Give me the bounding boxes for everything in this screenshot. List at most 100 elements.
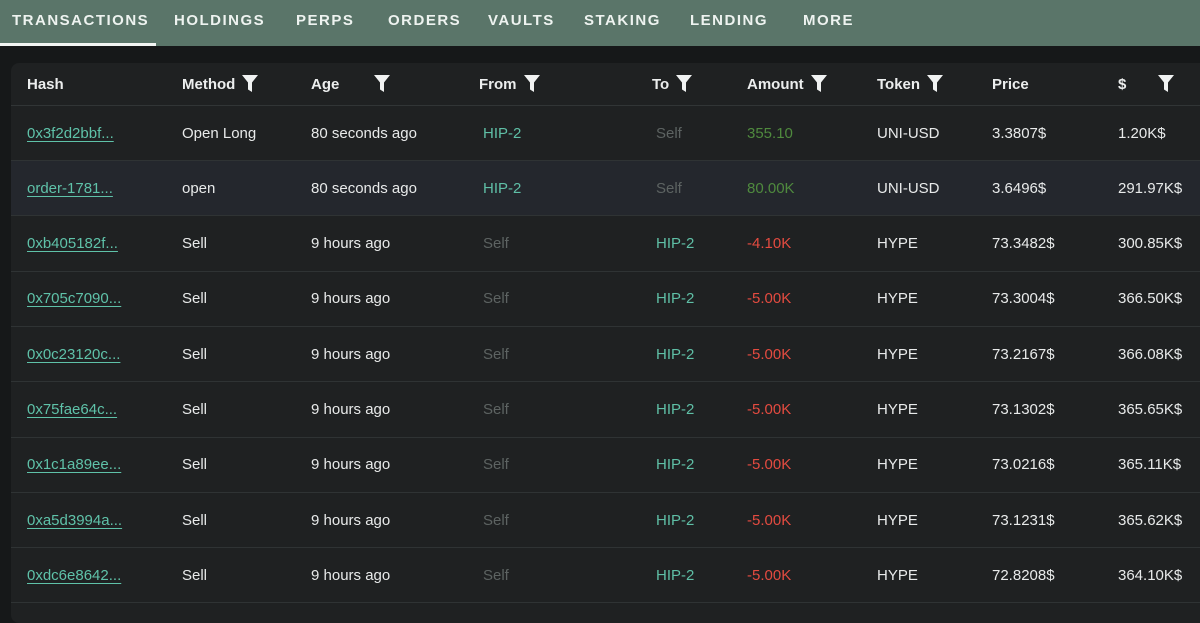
hash-link[interactable]: 0x705c7090... <box>27 290 121 307</box>
table-row[interactable]: order-1781... open 80 seconds ago HIP-2 Self… <box>11 161 1200 217</box>
cell-price: 72.8208$ <box>992 566 1055 584</box>
table-cell: -5.00K <box>747 548 791 602</box>
cell-price: 73.2167$ <box>992 345 1055 363</box>
table-cell: 3.6496$ <box>992 161 1046 215</box>
column-header-token[interactable]: Token <box>877 63 944 105</box>
table-cell: Self <box>483 548 509 602</box>
table-cell: -5.00K <box>747 327 791 381</box>
hash-link[interactable]: 0xa5d3994a... <box>27 512 122 529</box>
table-cell: Self <box>483 327 509 381</box>
table-cell: Sell <box>182 383 207 437</box>
table-cell: -5.00K <box>747 383 791 437</box>
column-header-label: Method <box>182 75 236 93</box>
filter-icon[interactable] <box>676 75 693 93</box>
cell-amount: -4.10K <box>747 235 792 253</box>
table-cell: HYPE <box>877 272 918 326</box>
column-header-hash[interactable]: Hash <box>27 63 64 105</box>
cell-method: Sell <box>182 511 208 529</box>
cell-amount: -5.00K <box>747 511 792 529</box>
table-cell: 364.10K$ <box>1118 548 1182 602</box>
table-cell: 9 hours ago <box>311 493 390 547</box>
table-row[interactable]: 0x3f2d2bbf... Open Long 80 seconds ago HIP-… <box>11 106 1200 161</box>
column-header-label: From <box>479 75 517 93</box>
tab-perps[interactable]: PERPS <box>296 0 354 46</box>
cell-amount: -5.00K <box>747 401 792 418</box>
table-row[interactable]: 0x705c7090... Sell 9 hours ago Self HIP-2 -5.… <box>11 272 1200 327</box>
table-row[interactable]: 0x0c23120c... Sell 9 hours ago Self HIP-2 -5.… <box>11 327 1200 383</box>
table-cell: Sell <box>182 272 207 326</box>
filter-icon[interactable] <box>523 75 540 93</box>
table-cell: Self <box>483 217 509 271</box>
cell-age: 9 hours ago <box>311 235 391 253</box>
cell-from: Self <box>483 566 509 584</box>
cell-token: HYPE <box>877 566 918 584</box>
table-cell: 9 hours ago <box>311 438 390 492</box>
hash-link[interactable]: 0x3f2d2bbf... <box>27 125 114 142</box>
to-address-link[interactable]: HIP-2 <box>656 235 694 252</box>
cell-token: HYPE <box>877 235 918 253</box>
tab-holdings[interactable]: HOLDINGS <box>174 0 265 46</box>
column-header-amount[interactable]: Amount <box>747 63 827 105</box>
table-cell: HYPE <box>877 383 918 437</box>
filter-icon[interactable] <box>810 75 827 93</box>
cell-usd: 366.08K$ <box>1118 345 1183 363</box>
table-cell: 291.97K$ <box>1118 161 1182 215</box>
table-cell: 9 hours ago <box>311 383 390 437</box>
hash-link[interactable]: order-1781... <box>27 180 113 197</box>
tab-staking[interactable]: STAKING <box>584 0 661 46</box>
column-header-age[interactable]: Age <box>311 63 391 105</box>
cell-usd: 365.65K$ <box>1118 401 1183 418</box>
cell-price: 73.3482$ <box>992 235 1055 253</box>
column-header-usd[interactable]: $ <box>1118 63 1175 105</box>
table-row[interactable]: 0x75fae64c... Sell 9 hours ago Self HIP-2 -5.… <box>11 383 1200 438</box>
to-address-link[interactable]: HIP-2 <box>656 401 694 418</box>
from-address-link[interactable]: HIP-2 <box>483 180 521 197</box>
table-cell: 73.2167$ <box>992 327 1055 381</box>
hash-link[interactable]: 0xb405182f... <box>27 235 118 252</box>
table-row[interactable]: 0xa5d3994a... Sell 9 hours ago Self HIP-2 -5.… <box>11 493 1200 549</box>
column-header-to[interactable]: To <box>652 63 693 105</box>
table-row[interactable]: 0x1c1a89ee... Sell 9 hours ago Self HIP-2 -5.… <box>11 438 1200 493</box>
table-cell: HYPE <box>877 438 918 492</box>
to-address-link[interactable]: HIP-2 <box>656 290 694 307</box>
hash-link[interactable]: 0xdc6e8642... <box>27 567 121 584</box>
hash-link[interactable]: 0x0c23120c... <box>27 346 120 363</box>
tab-lending[interactable]: LENDING <box>690 0 768 46</box>
column-header-label: Token <box>877 75 921 93</box>
filter-icon[interactable] <box>927 75 944 93</box>
hash-link[interactable]: 0x75fae64c... <box>27 401 117 418</box>
table-cell: 9 hours ago <box>311 272 390 326</box>
cell-age: 80 seconds ago <box>311 124 417 142</box>
to-address-link[interactable]: HIP-2 <box>656 346 694 363</box>
hash-link[interactable]: 0x1c1a89ee... <box>27 456 121 473</box>
filter-icon[interactable] <box>374 75 391 93</box>
column-header-method[interactable]: Method <box>182 63 259 105</box>
from-address-link[interactable]: HIP-2 <box>483 125 521 142</box>
table-row[interactable]: 0xdc6e8642... Sell 9 hours ago Self HIP-2 -5.… <box>11 548 1200 604</box>
table-cell: 73.3482$ <box>992 217 1055 271</box>
table-cell: Self <box>656 161 682 215</box>
table-cell: 0xb405182f... <box>27 217 118 271</box>
column-header-from[interactable]: From <box>479 63 540 105</box>
cell-price: 3.3807$ <box>992 124 1047 142</box>
cell-method: Sell <box>182 456 208 474</box>
table-cell: 80 seconds ago <box>311 161 417 215</box>
cell-usd: 366.50K$ <box>1118 290 1183 308</box>
tab-transactions[interactable]: TRANSACTIONS <box>12 0 149 46</box>
cell-price: 73.0216$ <box>992 456 1055 474</box>
filter-icon[interactable] <box>242 75 259 93</box>
filter-icon[interactable] <box>1158 75 1175 93</box>
column-header-label: Age <box>311 75 340 93</box>
to-address-link[interactable]: HIP-2 <box>656 456 694 473</box>
cell-to: Self <box>656 179 682 197</box>
table-cell: 300.85K$ <box>1118 217 1182 271</box>
cell-token: HYPE <box>877 511 918 529</box>
to-address-link[interactable]: HIP-2 <box>656 567 694 584</box>
tab-more[interactable]: MORE <box>803 0 854 46</box>
column-header-price[interactable]: Price <box>992 63 1029 105</box>
table-row[interactable]: 0xb405182f... Sell 9 hours ago Self HIP-2 -4.… <box>11 217 1200 272</box>
to-address-link[interactable]: HIP-2 <box>656 512 694 529</box>
tab-orders[interactable]: ORDERS <box>388 0 461 46</box>
tab-vaults[interactable]: VAULTS <box>488 0 555 46</box>
cell-age: 9 hours ago <box>311 566 391 584</box>
